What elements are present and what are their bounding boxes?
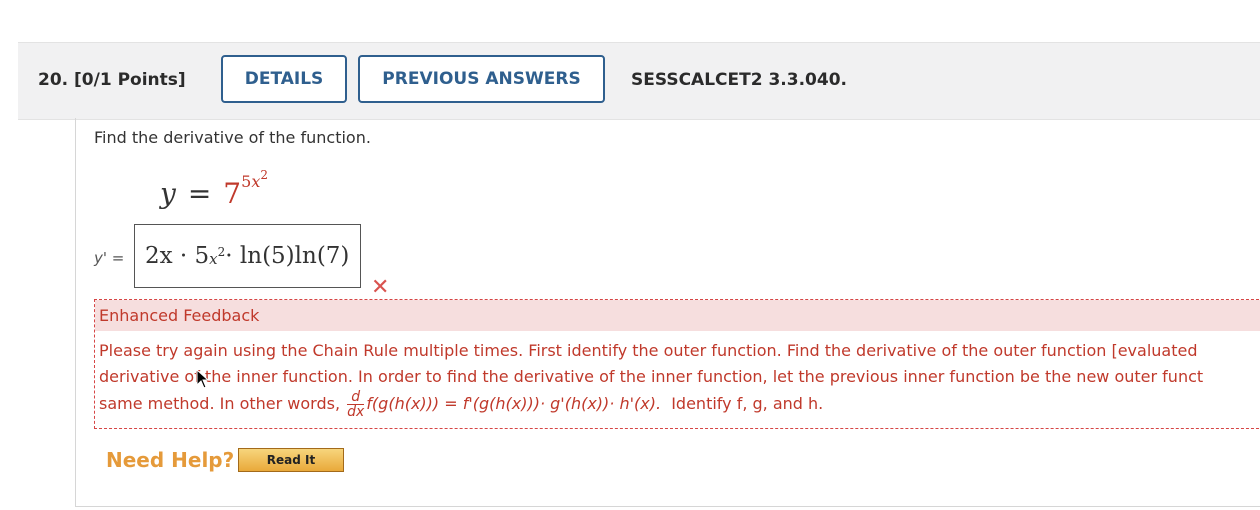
function-base: 7 <box>223 177 242 210</box>
function-exp-var: x <box>251 172 261 191</box>
feedback-title: Enhanced Feedback <box>95 300 1260 331</box>
function-lhs: y <box>160 177 176 210</box>
question-code: SESSCALCET2 3.3.040. <box>631 70 847 90</box>
fraction-numerator: d <box>347 390 365 405</box>
wrong-x-icon: ✕ <box>371 275 390 300</box>
chain-rule-formula: f(g(h(x))) = f'(g(h(x)))· g'(h(x))· h'(x… <box>366 394 662 413</box>
answer-prefix: 2x · 5 <box>145 243 210 269</box>
feedback-text: Please try again using the Chain Rule mu… <box>99 338 1260 419</box>
feedback-line-3-suffix: Identify f, g, and h. <box>671 394 824 413</box>
answer-exp: x <box>209 249 218 268</box>
enhanced-feedback-box: Enhanced Feedback Please try again using… <box>94 299 1260 429</box>
need-help-label: Need Help? <box>106 448 235 472</box>
mouse-cursor-icon <box>196 369 210 389</box>
function-exp-power: 2 <box>260 168 268 182</box>
question-prompt: Find the derivative of the function. <box>94 128 371 147</box>
answer-input[interactable]: 2x · 5 x2 · ln(5)ln(7) <box>134 224 361 288</box>
feedback-line-2: derivative of the inner function. In ord… <box>99 367 1204 386</box>
answer-exp-power: 2 <box>217 244 226 259</box>
feedback-line-3-prefix: same method. In other words, <box>99 394 341 413</box>
feedback-line-1: Please try again using the Chain Rule mu… <box>99 341 1198 360</box>
derivative-fraction: d dx <box>347 390 365 420</box>
function-exp-base: 5 <box>241 172 252 191</box>
previous-answers-button[interactable]: PREVIOUS ANSWERS <box>358 55 605 103</box>
function-display: y = 75x2 <box>160 168 268 210</box>
fraction-denominator: dx <box>347 404 365 420</box>
feedback-line-3: same method. In other words, d dx f(g(h(x)… <box>99 390 1260 419</box>
question-number-points: 20. [0/1 Points] <box>38 70 186 90</box>
details-button[interactable]: DETAILS <box>221 55 347 103</box>
read-it-button[interactable]: Read It <box>238 448 344 472</box>
answer-label: y' = <box>94 249 125 267</box>
answer-suffix: · ln(5)ln(7) <box>225 243 350 269</box>
function-equals: = <box>187 177 212 210</box>
